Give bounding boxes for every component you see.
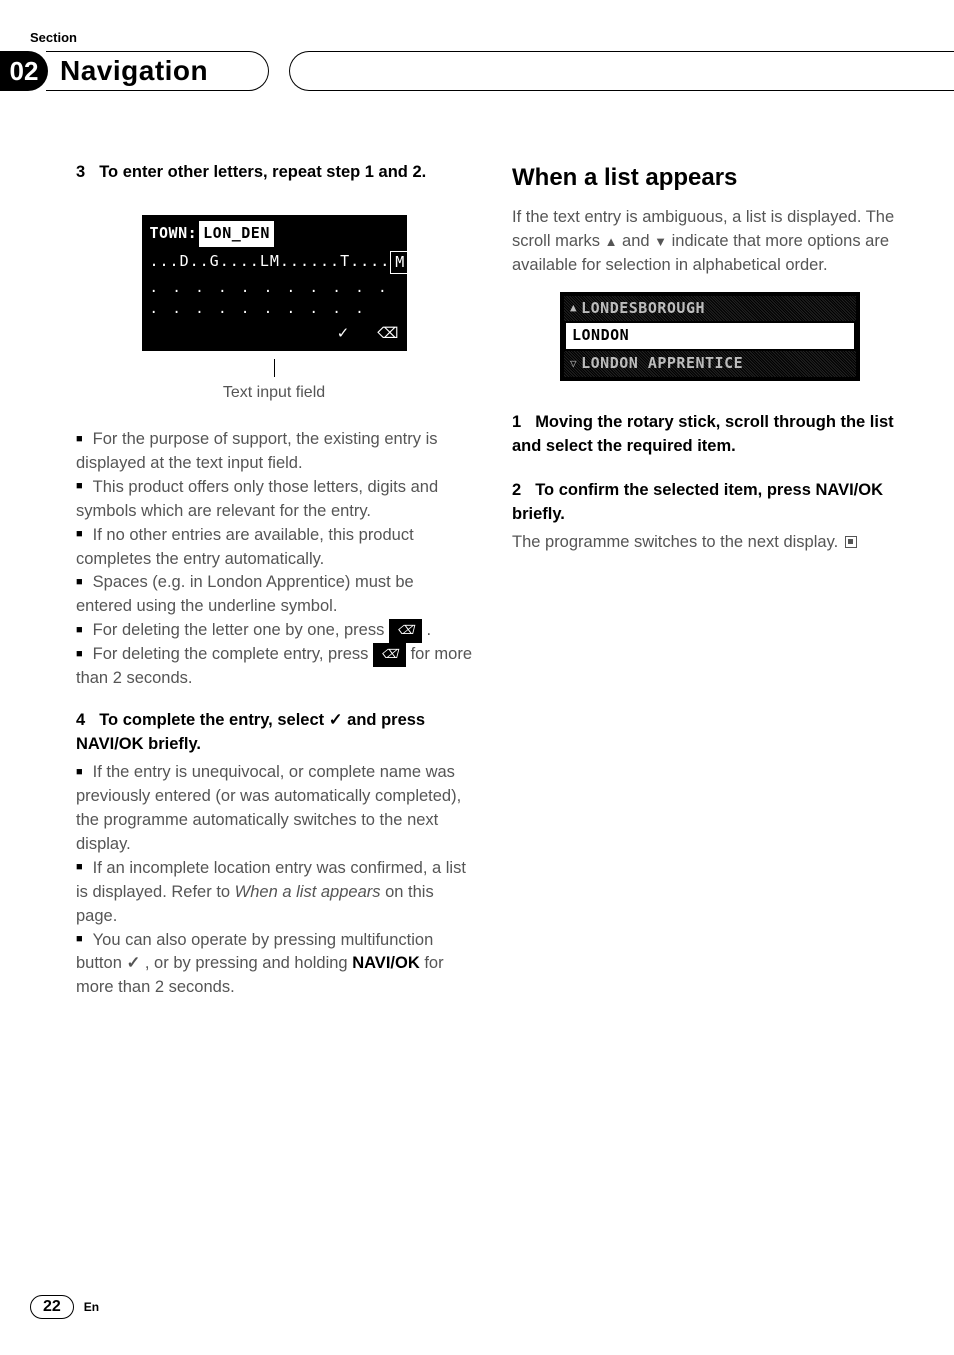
tab-right-decor [289,51,954,91]
bullet-text: For deleting the letter one by one, pres… [93,621,385,639]
screen-caption: Text input field [76,381,472,404]
tab-left: 02 Navigation [0,51,269,91]
right-step2-para-text: The programme switches to the next displ… [512,533,838,551]
bullet-text: For the purpose of support, the existing… [76,430,438,472]
screen-letters: ...D..G....LM......T.... [150,251,391,275]
step3-bullets: ■For the purpose of support, the existin… [76,428,472,691]
section-number-badge: 02 [0,51,48,91]
bullet: ■Spaces (e.g. in London Apprentice) must… [76,571,472,619]
right-step1-num: 1 [512,413,521,431]
eraser-icon: ⌫ [377,323,398,345]
tab-title-wrap: Navigation [46,51,269,91]
bullet-text: Spaces (e.g. in London Apprentice) must … [76,573,414,615]
down-triangle-icon: ▼ [654,234,667,249]
left-column: 3 To enter other letters, repeat step 1 a… [76,161,472,1000]
right-step1-text: Moving the rotary stick, scroll through … [512,413,894,455]
list-item-text: LONDON APPRENTICE [581,353,743,375]
page-header: 02 Navigation [0,51,954,91]
list-heading: When a list appears [512,161,908,196]
pointer-line [274,359,275,377]
list-item-text: LONDESBOROUGH [581,298,705,320]
screen-town-label: TOWN: [150,223,198,245]
bullet: ■For deleting the complete entry, press … [76,643,472,691]
step3-number: 3 [76,163,85,181]
text-entry-screen: TOWN: LON_DEN ...D..G....LM......T.... M… [142,215,407,351]
screen-town-value: LON_DEN [199,221,274,247]
eraser-icon: ⌫ [373,643,406,666]
up-triangle-icon: ▲ [570,300,577,316]
page-footer: 22 En [30,1295,99,1319]
page-title: Navigation [60,55,208,87]
list-screen: ▲LONDESBOROUGH LONDON ▽LONDON APPRENTICE [560,292,860,381]
bullet-text: If the entry is unequivocal, or complete… [76,763,461,853]
bullet: ■This product offers only those letters,… [76,476,472,524]
right-step1: 1Moving the rotary stick, scroll through… [512,411,908,459]
bullet-text: If no other entries are available, this … [76,526,414,568]
screen-row-town: TOWN: LON_DEN [146,219,403,249]
step4-title: 4To complete the entry, select ✓ and pre… [76,709,472,757]
naviok-label: NAVI/OK [352,954,420,972]
check-icon: ✓ [329,709,343,733]
bullet-ref: When a list appears [235,883,381,901]
screen-row-actions: ✓ ⌫ [146,321,403,347]
list-row-next: ▽LONDON APPRENTICE [564,351,856,377]
list-row-selected: LONDON [564,321,856,351]
down-triangle-icon: ▽ [570,356,577,372]
check-icon: ✓ [126,952,140,976]
eraser-icon: ⌫ [389,619,422,642]
step4-bullets: ■If the entry is unequivocal, or complet… [76,761,472,1000]
screen-row-dots: . . . . . . . . . . . . . . . . . . . . … [146,276,403,321]
bullet-text: This product offers only those letters, … [76,478,438,520]
screen-row-letters: ...D..G....LM......T.... M [146,249,403,277]
bullet: ■If the entry is unequivocal, or complet… [76,761,472,857]
right-step2: 2To confirm the selected item, press NAV… [512,479,908,527]
bullet: ■For deleting the letter one by one, pre… [76,619,472,643]
bullet: ■If an incomplete location entry was con… [76,857,472,929]
up-triangle-icon: ▲ [605,234,618,249]
list-item-text: LONDON [572,325,629,347]
step3-title: 3 To enter other letters, repeat step 1 a… [76,161,472,185]
bullet-text-cont: , or by pressing and holding [145,954,348,972]
bullet: ■You can also operate by pressing multif… [76,929,472,1001]
step4-text-a: To complete the entry, select [99,711,324,729]
right-column: When a list appears If the text entry is… [512,161,908,1000]
list-intro-para: If the text entry is ambiguous, a list i… [512,206,908,278]
screen-m-box: M [390,251,410,275]
language-label: En [84,1300,99,1314]
para-text-b: and [617,232,654,250]
list-row-prev: ▲LONDESBOROUGH [564,296,856,322]
end-of-section-icon [845,536,857,548]
right-step2-text: To confirm the selected item, press NAVI… [512,481,883,523]
step3-text: To enter other letters, repeat step 1 an… [99,163,426,181]
check-icon: ✓ [337,323,350,345]
right-step2-para: The programme switches to the next displ… [512,531,908,555]
bullet: ■For the purpose of support, the existin… [76,428,472,476]
bullet: ■If no other entries are available, this… [76,524,472,572]
page-number: 22 [30,1295,74,1319]
bullet-text: For deleting the complete entry, press [93,645,369,663]
right-step2-num: 2 [512,481,521,499]
section-label: Section [30,30,954,45]
step4-number: 4 [76,711,85,729]
